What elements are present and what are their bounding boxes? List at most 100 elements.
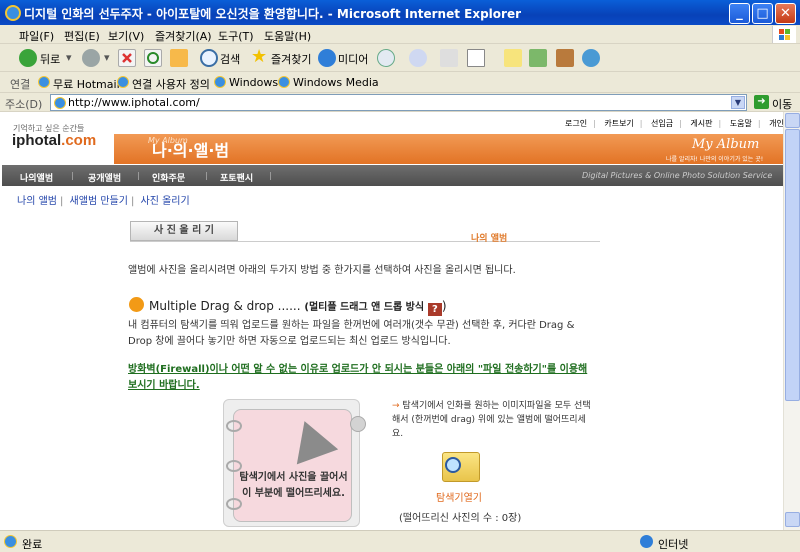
- nav-public-album[interactable]: 공개앨범: [88, 171, 121, 184]
- top-link-cart[interactable]: 카트보기: [604, 119, 633, 128]
- print-icon[interactable]: [440, 49, 458, 67]
- menu-favorites[interactable]: 즐겨찾기(A): [155, 28, 212, 44]
- site-logo[interactable]: iphotal.com: [12, 132, 96, 149]
- forward-icon[interactable]: [82, 49, 100, 67]
- link-ie-icon: [117, 76, 129, 88]
- address-label: 주소(D): [5, 98, 43, 111]
- title-bar: 디지털 인화의 선두주자 - 아이포탈에 오신것을 환영합니다. - Micro…: [0, 0, 800, 25]
- scroll-up-icon[interactable]: [785, 113, 800, 128]
- firewall-warning-link[interactable]: 방화벽(Firewall)이나 어떤 알 수 없는 이유로 업로드가 안 되시는…: [128, 362, 598, 394]
- refresh-icon[interactable]: [144, 49, 162, 67]
- explain-body: 탐색기에서 인화를 원하는 이미지파일을 모두 선택해서 (한꺼번에 drag)…: [392, 401, 591, 439]
- pointer-arrow-icon: [283, 413, 339, 465]
- status-ie-icon: [4, 535, 17, 548]
- link-customize[interactable]: 연결 사용자 정의: [132, 76, 210, 92]
- bullet-icon: [129, 297, 144, 312]
- top-link-profile[interactable]: 개인정보: [769, 119, 783, 128]
- address-dropdown-icon[interactable]: ▼: [731, 96, 745, 109]
- logo-text: iphotal: [12, 132, 62, 149]
- favorites-label[interactable]: 즐겨찾기: [271, 51, 311, 67]
- edit-icon[interactable]: [467, 49, 485, 67]
- link-windows-media[interactable]: Windows Media: [293, 76, 379, 89]
- windows-logo-icon: [772, 26, 796, 43]
- subnav-my-album[interactable]: 나의 앨범: [17, 196, 57, 207]
- status-bar: 완료 인터넷: [0, 530, 800, 552]
- menu-edit[interactable]: 편집(E): [64, 28, 100, 44]
- tab-my-album-label[interactable]: 나의 앨범: [471, 231, 507, 244]
- media-label[interactable]: 미디어: [338, 51, 368, 67]
- menu-help[interactable]: 도움말(H): [264, 28, 311, 44]
- research-icon[interactable]: [556, 49, 574, 67]
- internet-zone-icon: [640, 535, 653, 548]
- toolbar: 뒤로 ▾ ▾ 검색 ★ 즐겨찾기 미디어: [0, 44, 800, 72]
- search-icon[interactable]: [200, 49, 218, 67]
- link-ie-icon: [214, 76, 226, 88]
- nav-print-order[interactable]: 인화주문: [152, 171, 185, 184]
- method-description: 내 컴퓨터의 탐색기를 띄워 업로드를 원하는 파일을 한꺼번에 여러개(갯수 …: [128, 320, 575, 347]
- scroll-down-icon[interactable]: [785, 512, 800, 527]
- intro-text: 앨범에 사진을 올리시려면 아래의 두가지 방법 중 한가지를 선택하여 사진을…: [128, 265, 516, 276]
- tab-divider: [130, 241, 600, 242]
- album-banner-right: My Album: [692, 137, 760, 152]
- ie-icon: [5, 5, 21, 21]
- method-title-en: Multiple Drag & drop ......: [149, 299, 301, 313]
- messenger-icon[interactable]: [529, 49, 547, 67]
- top-links: 로그인| 카트보기| 선입금| 게시판| 도움말| 개인정보: [562, 118, 783, 129]
- binder-ring-icon: [226, 420, 242, 432]
- close-button[interactable]: ✕: [775, 3, 796, 24]
- album-banner-tagline: 나를 알리자! 나만의 이야기가 있는 곳!: [666, 156, 764, 163]
- drop-zone-frame: 탐색기에서 사진을 끌어서 이 부분에 떨어뜨리세요.: [223, 399, 366, 527]
- stop-icon[interactable]: [118, 49, 136, 67]
- main-nav: 나의앨범 공개앨범 인화주문 포토팬시 Digital Pictures & O…: [2, 165, 783, 186]
- minimize-button[interactable]: _: [729, 3, 750, 24]
- subnav-upload[interactable]: 사진 올리기: [141, 196, 190, 207]
- link-hotmail[interactable]: 무료 Hotmail: [53, 76, 120, 92]
- help-icon[interactable]: ?: [427, 303, 442, 316]
- history-icon[interactable]: [377, 49, 395, 67]
- menu-file[interactable]: 파일(F): [19, 28, 54, 44]
- top-link-login[interactable]: 로그인: [565, 119, 587, 128]
- scroll-thumb[interactable]: [785, 129, 800, 401]
- drop-zone[interactable]: 탐색기에서 사진을 끌어서 이 부분에 떨어뜨리세요.: [226, 409, 366, 522]
- open-explorer-folder-icon[interactable]: [442, 452, 480, 482]
- links-label: 연결: [10, 78, 31, 91]
- go-button[interactable]: 이동: [772, 96, 792, 112]
- discuss-icon[interactable]: [504, 49, 522, 67]
- mail-icon[interactable]: [409, 49, 427, 67]
- method-title: Multiple Drag & drop ...... (멀티플 드래그 앤 드…: [149, 298, 447, 316]
- nav-photo-fancy[interactable]: 포토팬시: [220, 171, 253, 184]
- subnav-new-album[interactable]: 새앨범 만들기: [70, 196, 128, 207]
- page-content: 기억하고 싶은 순간들 iphotal.com 로그인 | 카트보기 | 선입금 | …: [2, 112, 783, 530]
- tab-upload-photos[interactable]: 사 진 올 리 기: [130, 221, 238, 241]
- vertical-scrollbar[interactable]: [783, 112, 800, 530]
- nav-my-album[interactable]: 나의앨범: [20, 171, 53, 184]
- menu-tools[interactable]: 도구(T): [218, 28, 254, 44]
- status-text: 완료: [22, 538, 43, 551]
- menu-view[interactable]: 보기(V): [108, 28, 144, 44]
- top-link-help[interactable]: 도움말: [730, 119, 752, 128]
- method-title-kor: (멀티플 드래그 앤 드롭 방식: [304, 302, 425, 313]
- address-url[interactable]: http://www.iphotal.com/: [68, 96, 200, 109]
- media-icon[interactable]: [318, 49, 336, 67]
- messenger-people-icon[interactable]: [582, 49, 600, 67]
- link-windows[interactable]: Windows: [229, 76, 278, 89]
- back-label[interactable]: 뒤로: [40, 51, 60, 67]
- maximize-button[interactable]: □: [752, 3, 773, 24]
- home-icon[interactable]: [170, 49, 188, 67]
- top-link-board[interactable]: 게시판: [690, 119, 712, 128]
- search-label[interactable]: 검색: [220, 51, 240, 67]
- nav-tagline: Digital Pictures & Online Photo Solution…: [582, 171, 773, 180]
- go-arrow-icon[interactable]: ➜: [754, 95, 769, 109]
- window-title: 디지털 인화의 선두주자 - 아이포탈에 오신것을 환영합니다. - Micro…: [24, 7, 522, 21]
- open-explorer-link[interactable]: 탐색기열기: [436, 489, 482, 504]
- sub-nav: 나의 앨범 | 새앨범 만들기 | 사진 올리기: [17, 196, 190, 207]
- drop-zone-text: 탐색기에서 사진을 끌어서 이 부분에 떨어뜨리세요.: [239, 472, 348, 499]
- arrow-icon: →: [392, 401, 400, 411]
- favorites-star-icon[interactable]: ★: [251, 46, 269, 67]
- menu-bar: 파일(F) 편집(E) 보기(V) 즐겨찾기(A) 도구(T) 도움말(H): [0, 25, 800, 44]
- top-link-prepay[interactable]: 선입금: [651, 119, 673, 128]
- album-title: 나·의·앨·범: [152, 141, 230, 160]
- address-bar: 주소(D) ▼ http://www.iphotal.com/ ➜ 이동: [0, 93, 800, 112]
- back-icon[interactable]: [19, 49, 37, 67]
- zone-text: 인터넷: [658, 538, 689, 551]
